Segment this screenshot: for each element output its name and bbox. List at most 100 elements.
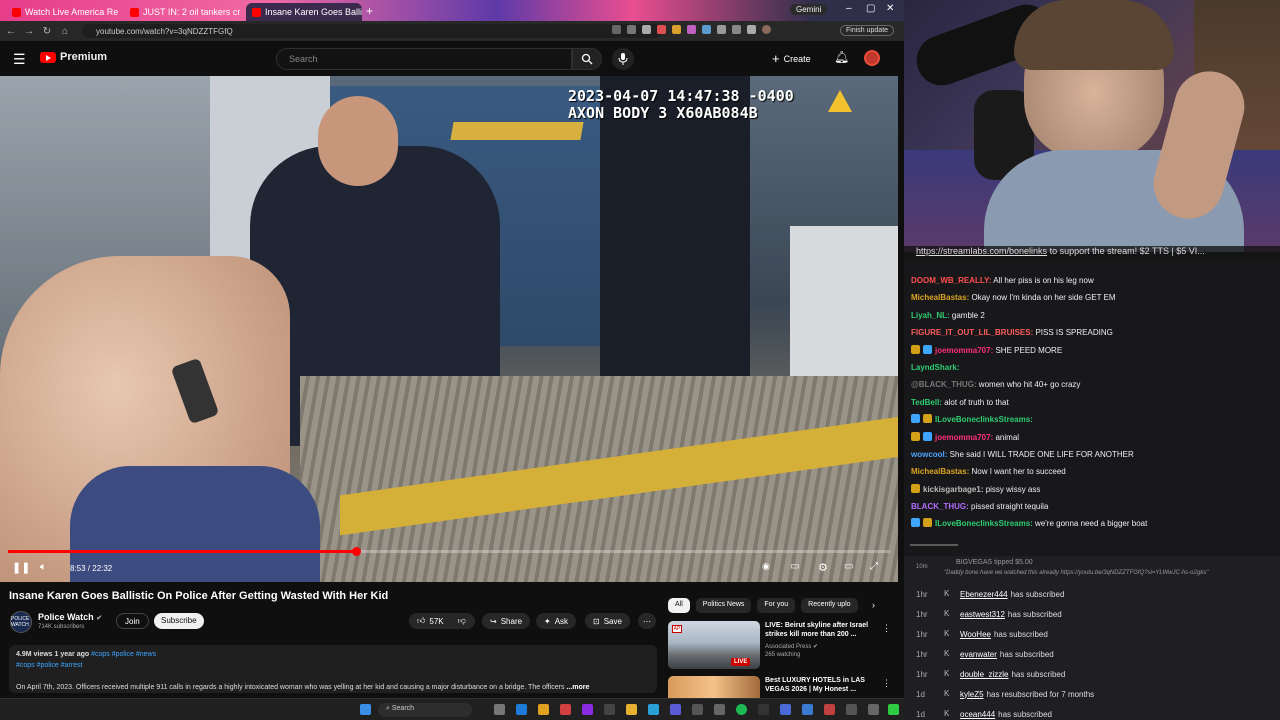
app-icon[interactable] bbox=[648, 704, 659, 715]
close-window-icon[interactable]: ✕ bbox=[886, 3, 894, 14]
app-icon[interactable] bbox=[582, 704, 593, 715]
notifications-bell-icon[interactable]: 🔔︎ bbox=[834, 50, 849, 64]
video-player[interactable]: 2023-04-07 14:47:38 -0400 AXON BODY 3 X6… bbox=[0, 76, 898, 582]
like-button[interactable]: 👍︎ 57K 👎︎ bbox=[409, 613, 475, 629]
related-thumbnail[interactable] bbox=[668, 676, 760, 698]
chips-next-chevron-icon[interactable]: › bbox=[872, 600, 875, 610]
app-icon[interactable] bbox=[846, 704, 857, 715]
voice-search-button[interactable] bbox=[612, 48, 634, 70]
video-progress-bar[interactable] bbox=[8, 547, 890, 556]
task-view-icon[interactable] bbox=[494, 704, 505, 715]
extension-icon[interactable] bbox=[702, 25, 711, 34]
finish-update-button[interactable]: Finish update bbox=[840, 25, 895, 36]
discord-icon[interactable] bbox=[670, 704, 681, 715]
chip-for-you[interactable]: For you bbox=[757, 598, 796, 613]
pause-icon[interactable]: ❚❚ bbox=[12, 561, 30, 574]
chat-username[interactable]: ILoveBonecIinksStreams: bbox=[935, 415, 1033, 424]
url-field[interactable]: youtube.com/watch?v=3qNDZZTFGfQ bbox=[82, 24, 662, 38]
save-button[interactable]: ⊡ Save bbox=[585, 613, 630, 629]
more-link[interactable]: ...more bbox=[566, 684, 589, 691]
ask-button[interactable]: ✦ Ask bbox=[536, 613, 577, 629]
event-username[interactable]: Ebenezer444 bbox=[960, 590, 1008, 599]
taskbar-search[interactable]: ⌕ Search bbox=[378, 703, 472, 717]
event-username[interactable]: eastwest312 bbox=[960, 610, 1005, 619]
edge-icon[interactable] bbox=[516, 704, 527, 715]
subscribe-button[interactable]: Subscribe bbox=[154, 613, 204, 629]
more-actions-button[interactable]: ⋯ bbox=[638, 613, 656, 629]
app-icon[interactable] bbox=[560, 704, 571, 715]
autoplay-toggle-icon[interactable]: ◉ bbox=[762, 561, 770, 572]
create-button[interactable]: + Create bbox=[772, 51, 811, 66]
new-tab-icon[interactable]: + bbox=[366, 4, 373, 18]
app-icon[interactable] bbox=[714, 704, 725, 715]
app-icon[interactable] bbox=[802, 704, 813, 715]
chip-recently-uploaded[interactable]: Recently uplo bbox=[801, 598, 858, 613]
chrome-icon[interactable] bbox=[538, 704, 549, 715]
sidebar-icon[interactable] bbox=[732, 25, 741, 34]
chip-politics-news[interactable]: Politics News bbox=[695, 598, 752, 613]
chat-username[interactable]: kickisgarbage1: bbox=[923, 485, 983, 494]
chat-username[interactable]: ILoveBonecIinksStreams: bbox=[935, 519, 1033, 528]
chat-username[interactable]: BLACK_THUG: bbox=[911, 502, 969, 511]
related-more-icon[interactable]: ⋮ bbox=[882, 678, 891, 689]
chip-all[interactable]: All bbox=[668, 598, 690, 613]
related-video[interactable]: Best LUXURY HOTELS in LAS VEGAS 2026 | M… bbox=[668, 676, 898, 698]
video-description[interactable]: 4.9M views 1 year ago #cops #police #new… bbox=[9, 645, 657, 693]
event-username[interactable]: double_zizzle bbox=[960, 670, 1008, 679]
spotify-icon[interactable] bbox=[736, 704, 747, 715]
event-username[interactable]: evanwater bbox=[960, 650, 997, 659]
related-video[interactable]: AP LIVE LIVE: Beirut skyline after Israe… bbox=[668, 621, 898, 673]
chat-username[interactable]: FIGURE_IT_OUT_LIL_BRUISES: bbox=[911, 328, 1033, 337]
tab-insane-karen[interactable]: Insane Karen Goes Ballistic ✕ bbox=[246, 3, 362, 21]
chat-username[interactable]: DOOM_WB_REALLY: bbox=[911, 276, 991, 285]
app-icon[interactable] bbox=[692, 704, 703, 715]
start-windows-icon[interactable] bbox=[360, 704, 371, 715]
app-icon[interactable] bbox=[604, 704, 615, 715]
back-icon[interactable]: ← bbox=[2, 26, 20, 37]
fullscreen-icon[interactable]: ⤢ bbox=[870, 561, 878, 572]
reload-icon[interactable]: ↻ bbox=[38, 26, 56, 37]
forward-icon[interactable]: → bbox=[20, 26, 38, 37]
chat-username[interactable]: Liyah_NL: bbox=[911, 311, 950, 320]
tab-fox-news[interactable]: Watch Live America Reports: Fi ✕ bbox=[6, 3, 118, 21]
chat-username[interactable]: LayndShark: bbox=[911, 363, 959, 372]
extension-icon[interactable] bbox=[672, 25, 681, 34]
volume-icon[interactable]: 🔈︎ bbox=[40, 561, 47, 574]
zoom-icon[interactable] bbox=[612, 25, 621, 34]
bookmark-star-icon[interactable] bbox=[642, 25, 651, 34]
gemini-button[interactable]: Gemini bbox=[790, 4, 828, 15]
chat-username[interactable]: TedBell: bbox=[911, 398, 942, 407]
chat-username[interactable]: wowcool: bbox=[911, 450, 947, 459]
settings-gear-icon[interactable]: ⚙ bbox=[818, 561, 828, 574]
hamburger-menu-icon[interactable]: ☰ bbox=[13, 51, 26, 68]
home-icon[interactable]: ⌂ bbox=[56, 26, 74, 37]
extension-icon[interactable] bbox=[657, 25, 666, 34]
profile-icon[interactable] bbox=[762, 25, 771, 34]
search-button[interactable] bbox=[572, 48, 602, 70]
chat-username[interactable]: @BLACK_THUG: bbox=[911, 380, 977, 389]
related-more-icon[interactable]: ⋮ bbox=[882, 623, 891, 634]
channel-avatar[interactable]: POLICE WATCH bbox=[10, 611, 32, 633]
event-username[interactable]: WooHee bbox=[960, 630, 991, 639]
minimize-icon[interactable]: – bbox=[846, 3, 852, 14]
channel-name[interactable]: Police Watch ✔ bbox=[38, 612, 102, 622]
file-explorer-icon[interactable] bbox=[626, 704, 637, 715]
app-icon[interactable] bbox=[824, 704, 835, 715]
maximize-icon[interactable]: ▢ bbox=[866, 3, 875, 14]
event-username[interactable]: ocean444 bbox=[960, 710, 995, 719]
share-page-icon[interactable] bbox=[627, 25, 636, 34]
chat-username[interactable]: joemomma707: bbox=[935, 433, 993, 442]
event-username[interactable]: kyleZ5 bbox=[960, 690, 984, 699]
chat-username[interactable]: MichealBastas: bbox=[911, 293, 969, 302]
app-icon[interactable] bbox=[780, 704, 791, 715]
tab-oil-tankers[interactable]: JUST IN: 2 oil tankers cross Str ✕ bbox=[124, 3, 240, 21]
chat-username[interactable]: joemomma707: bbox=[935, 346, 993, 355]
download-icon[interactable] bbox=[747, 25, 756, 34]
join-button[interactable]: Join bbox=[116, 613, 149, 629]
share-button[interactable]: ↪ Share bbox=[482, 613, 531, 629]
thumbs-down-icon[interactable]: 👎︎ bbox=[458, 616, 466, 626]
puzzle-icon[interactable] bbox=[717, 25, 726, 34]
subtitles-icon[interactable]: ▭ bbox=[790, 561, 799, 572]
account-avatar[interactable] bbox=[864, 50, 880, 66]
obs-icon[interactable] bbox=[758, 704, 769, 715]
